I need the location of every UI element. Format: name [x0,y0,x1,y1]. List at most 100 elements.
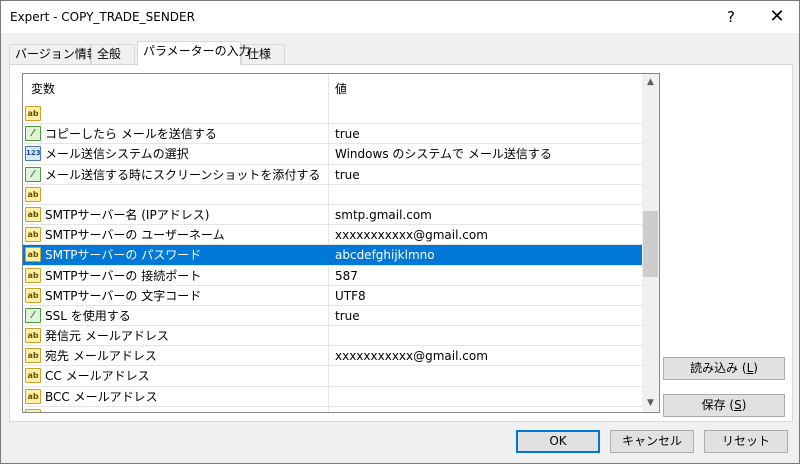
cancel-button[interactable]: キャンセル [610,430,694,453]
table-row[interactable]: ab CC メールアドレス [23,366,642,387]
string-type-icon: ab [25,227,41,243]
variable-name: CC メールアドレス [45,369,150,384]
variable-value-cell[interactable] [329,326,642,346]
variable-name-cell[interactable]: ab 宛先 メールアドレス [23,346,329,367]
save-button-label-end: ) [741,398,747,412]
variable-name-cell[interactable]: ab SMTPサーバーの ユーザーネーム [23,225,329,246]
string-type-icon: ab [25,247,41,263]
variable-name-cell[interactable]: ab [23,104,329,124]
string-type-icon: ab [25,206,41,222]
table-row[interactable]: ab SMTPサーバーの 接続ポート 587 [23,265,642,286]
variable-name-cell[interactable]: ab CC メールアドレス [23,366,329,387]
variable-value-cell[interactable] [329,104,642,124]
load-button-label-end: ) [753,361,758,375]
table-row[interactable]: 123 メール送信システムの選択 Windows のシステムで メール送信する [23,144,642,165]
variable-value-cell[interactable] [329,407,642,412]
variable-value-cell[interactable]: true [329,306,642,326]
string-type-icon: ab [25,388,41,404]
variable-name: SMTPサーバーの 文字コード [45,288,202,303]
table-row[interactable]: ab SMTPサーバーの パスワード abcdefghijklmno [23,245,642,266]
variable-value-cell[interactable]: Windows のシステムで メール送信する [329,144,642,164]
variable-value-cell[interactable]: UTF8 [329,286,642,306]
expert-dialog: Expert - COPY_TRADE_SENDER ? ✕ バージョン情報 全… [0,0,800,464]
column-header-value[interactable]: 値 [329,74,642,104]
boolean-type-icon: ⁄ [25,166,41,182]
string-type-icon: ab [25,106,41,121]
tab-input-parameters[interactable]: パラメーターの入力 [137,41,251,66]
table-row[interactable]: ⁄ メール送信する時にスクリーンショットを添付する true [23,164,642,185]
save-button-label: 保存 ( [701,398,735,412]
boolean-type-icon: ⁄ [25,126,41,142]
table-row[interactable]: ab 宛先 メールアドレス xxxxxxxxxxx@gmail.com [23,346,642,367]
table-row[interactable]: ab [23,406,642,412]
vertical-scrollbar[interactable]: ▲ ▼ [642,74,659,412]
table-row[interactable]: ab SMTPサーバーの 文字コード UTF8 [23,285,642,306]
variable-name: 発信元 メールアドレス [45,329,169,344]
ok-button[interactable]: OK [516,430,600,453]
variable-value-cell[interactable]: smtp.gmail.com [329,205,642,225]
variable-value-cell[interactable]: xxxxxxxxxxx@gmail.com [329,225,642,245]
parameters-grid[interactable]: 変数 値 ab ⁄ コピーしたら メールを送信する true 123 メール送信システムの… [22,73,660,413]
variable-name-cell[interactable]: ⁄ メール送信する時にスクリーンショットを添付する [23,164,329,185]
variable-value-cell[interactable]: xxxxxxxxxxx@gmail.com [329,346,642,366]
variable-name-cell[interactable]: ab BCC メールアドレス [23,386,329,407]
string-type-icon: ab [25,287,41,303]
variable-name: メール送信システムの選択 [45,147,189,162]
variable-value-cell[interactable]: 587 [329,266,642,286]
scroll-thumb[interactable] [643,211,658,277]
variable-name-cell[interactable]: ab [23,184,329,205]
variable-name-cell[interactable]: ab [23,406,329,412]
variable-name-cell[interactable]: ⁄ コピーしたら メールを送信する [23,124,329,145]
load-button-label: 読み込み ( [690,361,747,375]
variable-name-cell[interactable]: 123 メール送信システムの選択 [23,144,329,165]
table-row[interactable]: ab [23,104,642,125]
variable-name: SMTPサーバーの 接続ポート [45,268,202,283]
string-type-icon: ab [25,368,41,384]
grid-header: 変数 値 [23,74,642,104]
table-row[interactable]: ab SMTPサーバー名 (IPアドレス) smtp.gmail.com [23,204,642,226]
variable-value-cell[interactable]: abcdefghijklmno [329,245,642,265]
table-row[interactable]: ab BCC メールアドレス [23,386,642,407]
variable-name: SMTPサーバー名 (IPアドレス) [45,207,210,222]
table-row[interactable]: ab [23,184,642,205]
string-type-icon: ab [25,186,41,202]
column-header-variable[interactable]: 変数 [23,74,329,104]
variable-name: メール送信する時にスクリーンショットを添付する [45,167,321,182]
scroll-down-icon[interactable]: ▼ [642,395,659,412]
variable-name-cell[interactable]: ab SMTPサーバー名 (IPアドレス) [23,204,329,225]
close-button[interactable]: ✕ [755,1,799,33]
variable-name-cell[interactable]: ab SMTPサーバーの 文字コード [23,285,329,306]
save-button-hotkey: S [734,398,742,412]
reset-button[interactable]: リセット [704,430,788,453]
window-title: Expert - COPY_TRADE_SENDER [10,10,195,24]
table-row[interactable]: ⁄ コピーしたら メールを送信する true [23,124,642,145]
table-row[interactable]: ab SMTPサーバーの ユーザーネーム xxxxxxxxxxx@gmail.com [23,225,642,246]
variable-name: SSL を使用する [45,308,131,323]
help-button[interactable]: ? [709,1,753,33]
string-type-icon: ab [25,348,41,364]
variable-value-cell[interactable]: true [329,124,642,144]
load-button[interactable]: 読み込み (L) [663,357,785,380]
scroll-up-icon[interactable]: ▲ [642,74,659,91]
tab-general[interactable]: 全般 [91,44,135,65]
string-type-icon: ab [25,267,41,283]
variable-value-cell[interactable] [329,185,642,205]
variable-name-cell[interactable]: ab SMTPサーバーの 接続ポート [23,265,329,286]
tab-version-info[interactable]: バージョン情報 [9,44,99,65]
table-row[interactable]: ⁄ SSL を使用する true [23,305,642,327]
variable-value-cell[interactable]: true [329,165,642,185]
boolean-type-icon: ⁄ [25,307,41,323]
variable-value-cell[interactable] [329,387,642,407]
grid-rows: ab ⁄ コピーしたら メールを送信する true 123 メール送信システムの選択 Win… [23,104,642,412]
variable-name: SMTPサーバーの ユーザーネーム [45,228,225,243]
variable-name-cell[interactable]: ab SMTPサーバーの パスワード [23,245,329,266]
variable-name-cell[interactable]: ⁄ SSL を使用する [23,305,329,326]
variable-name: SMTPサーバーの パスワード [45,248,202,263]
save-button[interactable]: 保存 (S) [663,394,785,417]
table-row[interactable]: ab 発信元 メールアドレス [23,326,642,347]
title-bar[interactable]: Expert - COPY_TRADE_SENDER ? ✕ [1,1,799,33]
variable-name: コピーしたら メールを送信する [45,127,217,142]
variable-name-cell[interactable]: ab 発信元 メールアドレス [23,326,329,347]
variable-value-cell[interactable] [329,366,642,386]
enum-type-icon: 123 [25,146,41,162]
